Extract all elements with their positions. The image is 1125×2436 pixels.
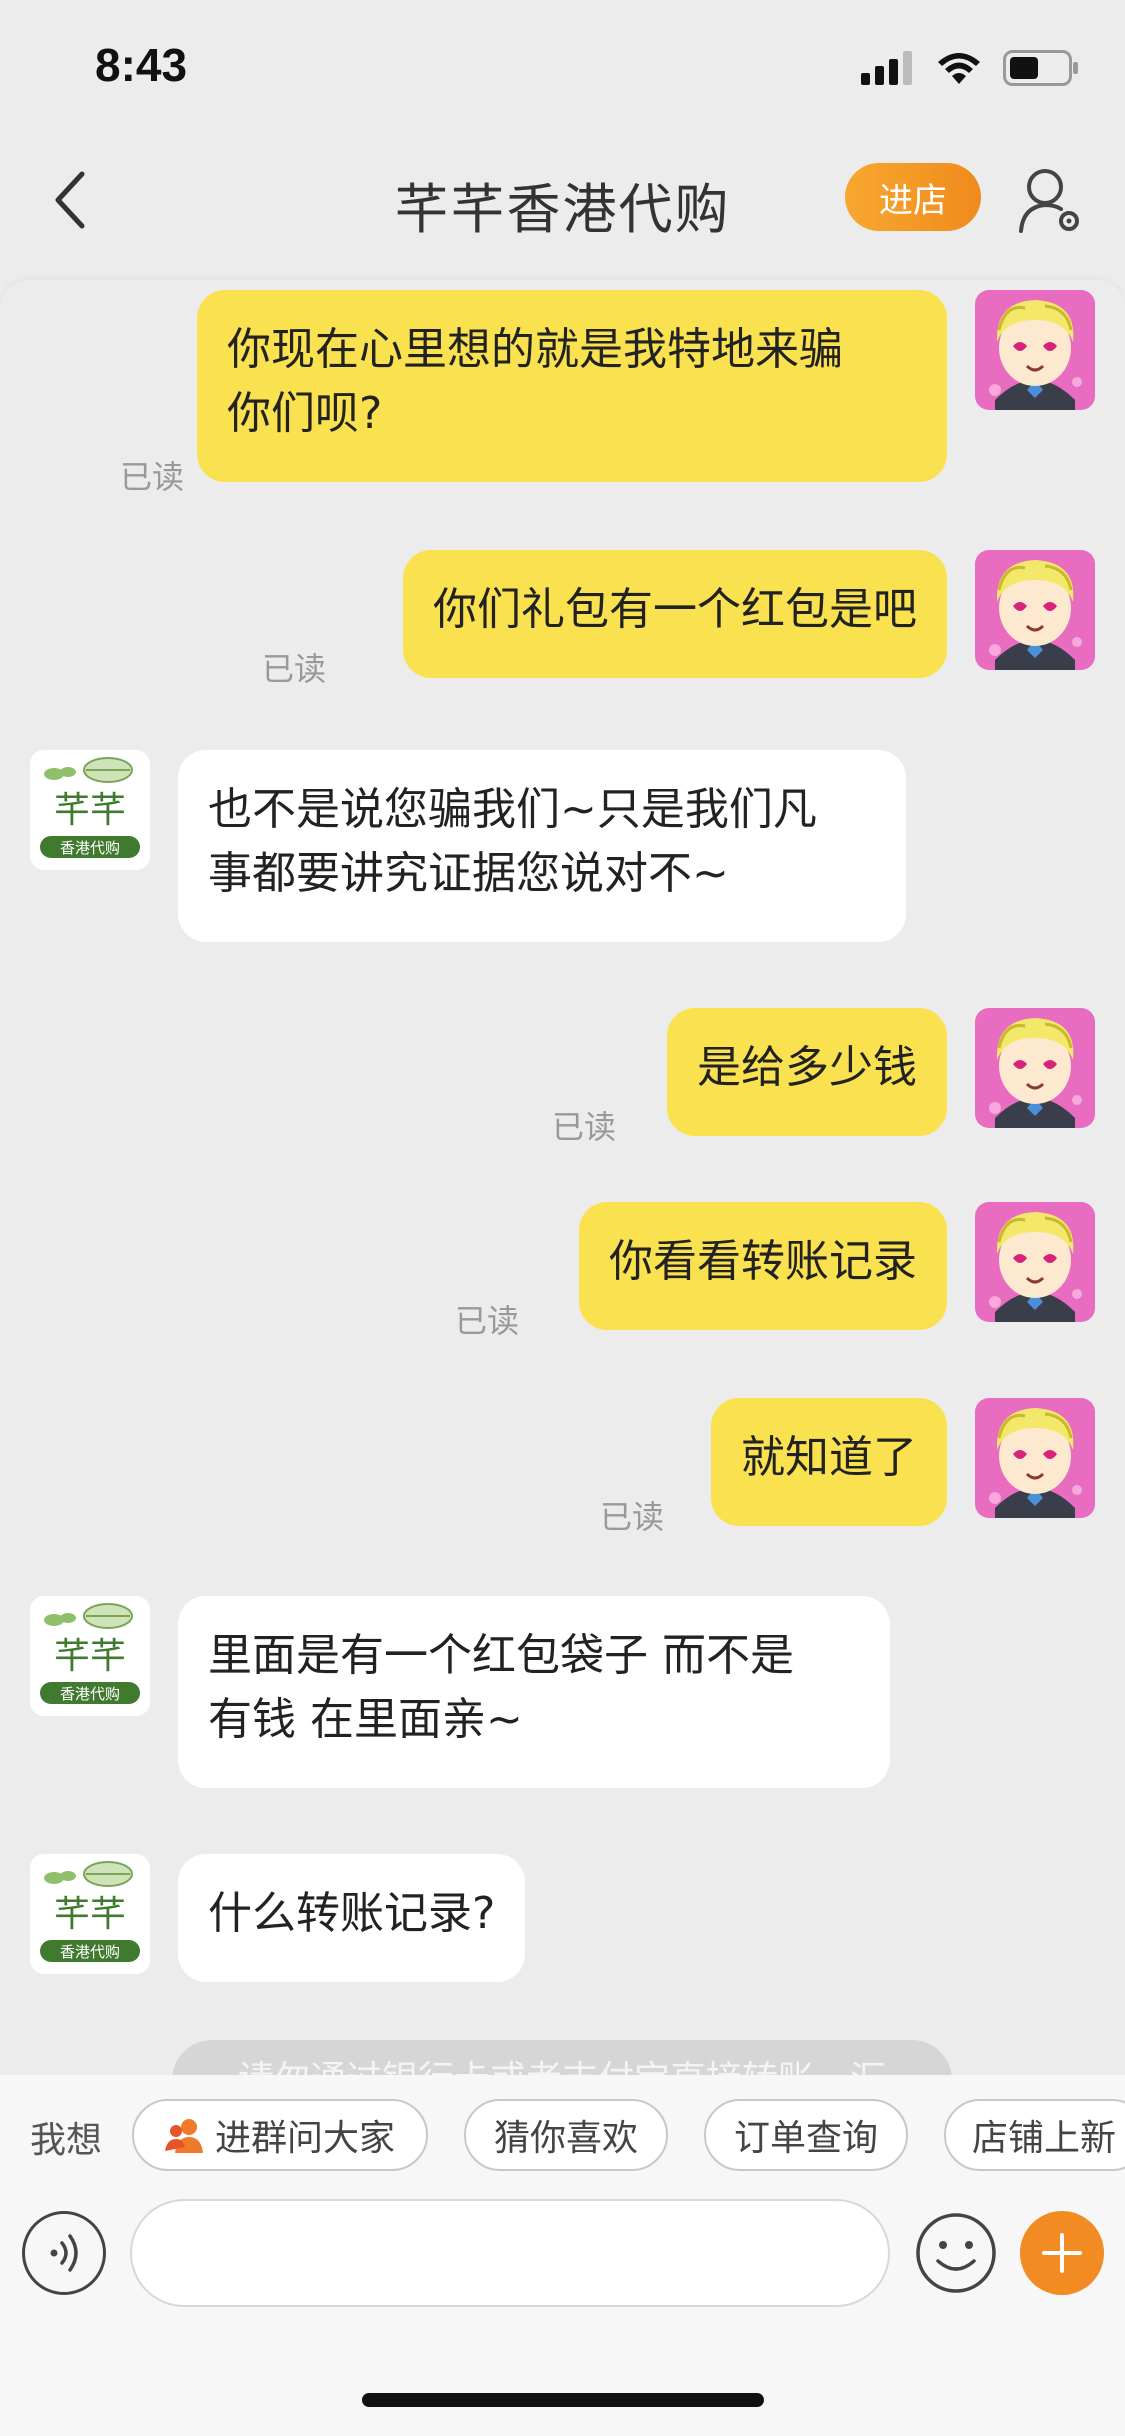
voice-wave-icon bbox=[50, 2234, 78, 2272]
plus-icon bbox=[1042, 2233, 1082, 2273]
voice-input-button[interactable] bbox=[22, 2211, 106, 2295]
read-status: 已读 bbox=[600, 1498, 665, 1536]
shop-logo-icon: 芊芊 香港代购 bbox=[30, 750, 150, 870]
message-bubble[interactable]: 也不是说您骗我们~只是我们凡 事都要讲究证据您说对不~ bbox=[178, 750, 906, 942]
quick-chip-label: 进群问大家 bbox=[214, 2118, 395, 2159]
quick-chip-order-query[interactable]: 订单查询 bbox=[704, 2099, 908, 2171]
user-avatar[interactable] bbox=[975, 550, 1095, 670]
quick-reply-label: 我想 bbox=[30, 2120, 103, 2161]
system-notice: 请勿通过银行卡或者支付宝直接转账，汇 bbox=[172, 2040, 952, 2075]
shop-logo-icon: 芊芊 香港代购 bbox=[30, 1854, 150, 1974]
status-bar: 8:43 bbox=[0, 0, 1125, 135]
anime-avatar-icon bbox=[975, 290, 1095, 410]
anime-avatar-icon bbox=[975, 550, 1095, 670]
profile-settings-button[interactable] bbox=[1010, 160, 1090, 240]
user-avatar[interactable] bbox=[975, 1398, 1095, 1518]
read-status: 已读 bbox=[455, 1302, 520, 1340]
battery-icon bbox=[1003, 50, 1078, 86]
input-row bbox=[0, 2199, 1125, 2309]
message-bubble[interactable]: 是给多少钱 bbox=[667, 1008, 947, 1136]
more-actions-button[interactable] bbox=[1020, 2211, 1104, 2295]
message-bubble[interactable]: 你现在心里想的就是我特地来骗 你们呗? bbox=[197, 290, 947, 482]
shop-logo-text: 芊芊 bbox=[54, 1894, 126, 1935]
shop-logo-text: 芊芊 bbox=[54, 1636, 126, 1677]
profile-settings-icon bbox=[1019, 169, 1079, 233]
quick-chip-group-ask[interactable]: 进群问大家 bbox=[132, 2099, 428, 2171]
nav-bar: 芊芊香港代购 进店 bbox=[0, 135, 1125, 265]
message-bubble[interactable]: 里面是有一个红包袋子 而不是 有钱 在里面亲~ bbox=[178, 1596, 890, 1788]
anime-avatar-icon bbox=[975, 1398, 1095, 1518]
shop-avatar[interactable]: 芊芊 香港代购 bbox=[30, 1854, 150, 1974]
bottom-bar: 我想 进群问大家 猜你喜欢 订单查询 店铺上新 bbox=[0, 2075, 1125, 2436]
shop-logo-icon: 芊芊 香港代购 bbox=[30, 1596, 150, 1716]
anime-avatar-icon bbox=[975, 1008, 1095, 1128]
message-bubble[interactable]: 你们礼包有一个红包是吧 bbox=[403, 550, 947, 678]
shop-logo-subtext: 香港代购 bbox=[60, 1685, 120, 1703]
chat-area[interactable]: 已读 你现在心里想的就是我特地来骗 你们呗? 已读 你们礼包有一个红包是吧 芊芊… bbox=[0, 280, 1125, 2075]
smiley-face-icon bbox=[916, 2213, 996, 2293]
quick-chip-new-arrivals[interactable]: 店铺上新 bbox=[944, 2099, 1125, 2171]
home-indicator[interactable] bbox=[362, 2393, 764, 2407]
user-avatar[interactable] bbox=[975, 1008, 1095, 1128]
quick-chip-recommend[interactable]: 猜你喜欢 bbox=[464, 2099, 668, 2171]
enter-shop-button[interactable]: 进店 bbox=[845, 163, 981, 231]
group-people-icon bbox=[164, 2119, 203, 2153]
message-bubble[interactable]: 什么转账记录? bbox=[178, 1854, 526, 1982]
message-bubble[interactable]: 就知道了 bbox=[711, 1398, 947, 1526]
user-avatar[interactable] bbox=[975, 290, 1095, 410]
shop-logo-subtext: 香港代购 bbox=[60, 839, 120, 857]
read-status: 已读 bbox=[262, 650, 327, 688]
message-input[interactable] bbox=[130, 2199, 890, 2307]
shop-logo-text: 芊芊 bbox=[54, 790, 126, 831]
message-bubble[interactable]: 你看看转账记录 bbox=[579, 1202, 947, 1330]
shop-logo-subtext: 香港代购 bbox=[60, 1943, 120, 1961]
cellular-signal-icon bbox=[861, 51, 912, 85]
status-icons bbox=[861, 48, 1081, 88]
wifi-icon bbox=[938, 53, 980, 84]
emoji-button[interactable] bbox=[912, 2209, 1000, 2297]
user-avatar[interactable] bbox=[975, 1202, 1095, 1322]
status-time: 8:43 bbox=[95, 39, 188, 91]
shop-avatar[interactable]: 芊芊 香港代购 bbox=[30, 1596, 150, 1716]
quick-reply-row[interactable]: 我想 进群问大家 猜你喜欢 订单查询 店铺上新 bbox=[0, 2099, 1125, 2171]
shop-avatar[interactable]: 芊芊 香港代购 bbox=[30, 750, 150, 870]
read-status: 已读 bbox=[120, 458, 185, 496]
anime-avatar-icon bbox=[975, 1202, 1095, 1322]
read-status: 已读 bbox=[552, 1108, 617, 1146]
